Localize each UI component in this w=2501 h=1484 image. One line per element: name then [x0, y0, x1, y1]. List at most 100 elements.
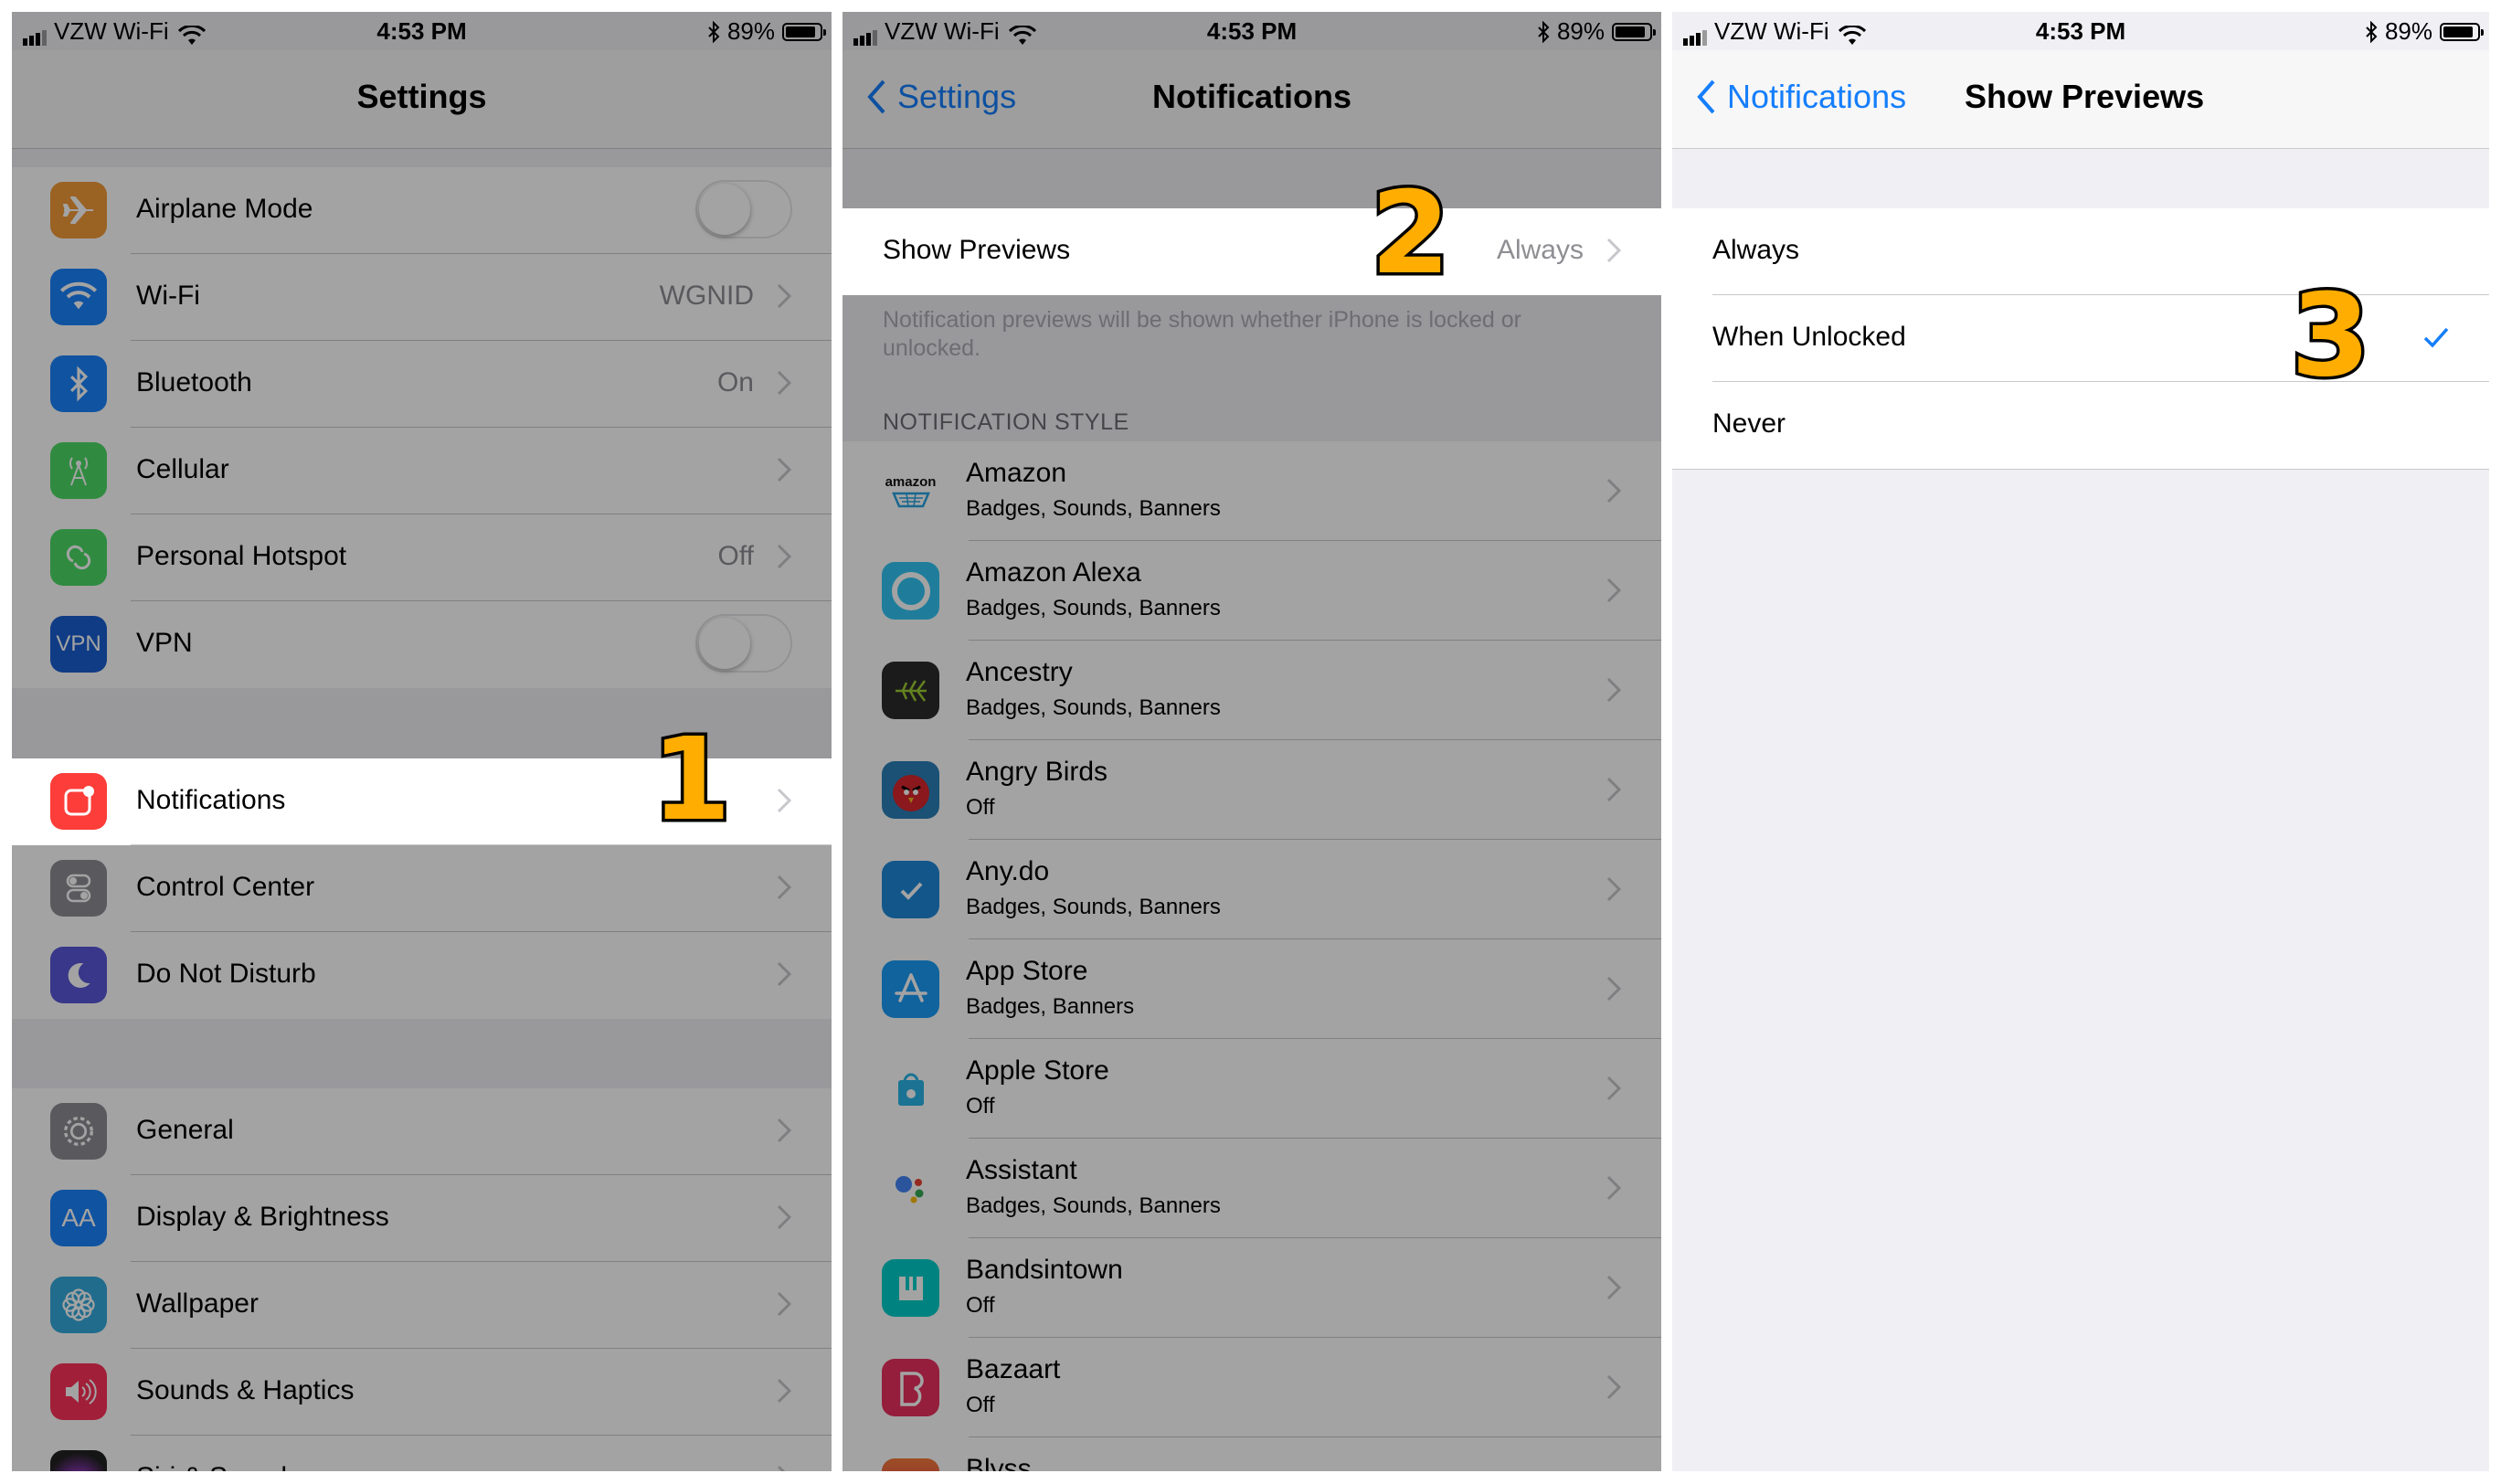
back-label: Notifications [1727, 78, 1907, 115]
app-row-bandsintown[interactable]: Bandsintown Off [842, 1238, 1661, 1338]
settings-row-bluetooth[interactable]: Bluetooth On [12, 341, 832, 428]
row-label: Notifications [136, 785, 286, 815]
settings-row-display-brightness[interactable]: AA Display & Brightness [12, 1175, 832, 1262]
app-row-apple-store[interactable]: Apple Store Off [842, 1039, 1661, 1139]
app-notification-style: Badges, Sounds, Banners [966, 496, 1221, 521]
row-label: Cellular [136, 454, 229, 484]
settings-row-cellular[interactable]: Cellular [12, 428, 832, 514]
app-notification-style: Off [966, 1393, 995, 1417]
step-number-1: 1 [649, 714, 735, 846]
app-row-amazon[interactable]: amazon Amazon Badges, Sounds, Banners [842, 441, 1661, 541]
ancestry-icon [882, 662, 939, 719]
wifi-icon [50, 269, 107, 325]
notifications-screen: VZW Wi-Fi 4:53 PM 89% Settings Notificat… [842, 12, 1661, 1471]
row-label: Do Not Disturb [136, 959, 316, 989]
show-previews-row[interactable]: Show Previews Always [842, 208, 1661, 295]
app-name: Amazon Alexa [966, 557, 1141, 588]
siri-icon [50, 1450, 107, 1471]
bandsintown-icon [882, 1259, 939, 1317]
status-bar: VZW Wi-Fi 4:53 PM 89% [842, 12, 1661, 50]
chevron-right-icon [1606, 1076, 1621, 1101]
step-number-2: 2 [1368, 167, 1454, 300]
row-label: VPN [136, 628, 193, 658]
back-button[interactable]: Notifications [1696, 78, 1906, 116]
settings-row-vpn[interactable]: VPN VPN [12, 601, 832, 688]
app-row-assistant[interactable]: Assistant Badges, Sounds, Banners [842, 1139, 1661, 1238]
app-name: Bandsintown [966, 1255, 1123, 1285]
row-label: Wallpaper [136, 1288, 259, 1319]
settings-row-do-not-disturb[interactable]: Do Not Disturb [12, 932, 832, 1019]
battery-icon [782, 22, 826, 41]
vpn-toggle[interactable] [695, 614, 792, 673]
battery-icon [2440, 22, 2484, 41]
app-name: Assistant [966, 1155, 1077, 1185]
bluetooth-status-icon [1538, 20, 1550, 43]
show-previews-screen: VZW Wi-Fi 4:53 PM 89% Notifications Show… [1672, 12, 2489, 1471]
chevron-left-icon [1697, 80, 1715, 114]
bluetooth-status-icon [2366, 20, 2378, 43]
nav-bar: Notifications Show Previews [1672, 50, 2489, 149]
settings-row-control-center[interactable]: Control Center [12, 845, 832, 932]
bazaart-icon [882, 1359, 939, 1416]
bluetooth-status-icon [708, 20, 720, 43]
bluetooth-icon [50, 355, 107, 412]
settings-row-wallpaper[interactable]: Wallpaper [12, 1262, 832, 1349]
battery-percent: 89% [2384, 17, 2432, 45]
row-label: Wi-Fi [136, 281, 200, 311]
option-label: When Unlocked [1712, 322, 1906, 352]
chevron-right-icon [777, 1378, 791, 1404]
app-notification-style: Off [966, 795, 995, 820]
app-row-ancestry[interactable]: Ancestry Badges, Sounds, Banners [842, 641, 1661, 740]
app-name: Apple Store [966, 1055, 1109, 1086]
chevron-right-icon [1606, 976, 1621, 1002]
wallpaper-icon [50, 1277, 107, 1333]
angry-birds-icon [882, 761, 939, 819]
step-number-3: 3 [2288, 270, 2374, 402]
app-notification-style: Off [966, 1293, 995, 1318]
settings-row-airplane-mode[interactable]: Airplane Mode [12, 167, 832, 254]
page-title: Show Previews [1965, 78, 2205, 115]
blyss-icon [882, 1458, 939, 1471]
app-name: Angry Birds [966, 757, 1108, 787]
app-row-anydo[interactable]: Any.do Badges, Sounds, Banners [842, 840, 1661, 939]
settings-row-sounds-haptics[interactable]: Sounds & Haptics [12, 1349, 832, 1436]
airplane-icon [50, 182, 107, 238]
row-label: Display & Brightness [136, 1202, 389, 1232]
app-name: Any.do [966, 856, 1050, 886]
control-center-icon [50, 860, 107, 917]
app-row-bazaart[interactable]: Bazaart Off [842, 1338, 1661, 1437]
chevron-right-icon [777, 1204, 791, 1230]
gear-icon [50, 1103, 107, 1160]
section-header: NOTIFICATION STYLE [883, 409, 1129, 435]
chevron-right-icon [1606, 1275, 1621, 1300]
settings-row-siri-search[interactable]: Siri & Search [12, 1436, 832, 1471]
app-row-amazon-alexa[interactable]: Amazon Alexa Badges, Sounds, Banners [842, 541, 1661, 641]
settings-row-wifi[interactable]: Wi-Fi WGNID [12, 254, 832, 341]
chevron-right-icon [1606, 238, 1621, 263]
moon-icon [50, 947, 107, 1003]
row-label: Airplane Mode [136, 194, 313, 224]
vpn-icon: VPN [50, 616, 107, 673]
option-label: Always [1712, 235, 1800, 265]
app-row-app-store[interactable]: App Store Badges, Banners [842, 939, 1661, 1039]
hotspot-icon [50, 529, 107, 586]
show-previews-footer: Notification previews will be shown whet… [883, 307, 1521, 361]
display-icon: AA [50, 1190, 107, 1246]
app-row-angry-birds[interactable]: Angry Birds Off [842, 740, 1661, 840]
battery-percent: 89% [1556, 17, 1605, 45]
settings-screen: VZW Wi-Fi 4:53 PM 89% Settings Airplane … [12, 12, 832, 1471]
airplane-mode-toggle[interactable] [695, 180, 792, 238]
chevron-right-icon [777, 457, 791, 482]
battery-percent: 89% [726, 17, 775, 45]
chevron-right-icon [777, 1291, 791, 1317]
settings-row-general[interactable]: General [12, 1088, 832, 1175]
anydo-icon [882, 861, 939, 918]
row-label: Control Center [136, 872, 315, 902]
settings-row-personal-hotspot[interactable]: Personal Hotspot Off [12, 514, 832, 601]
page-title: Notifications [1151, 78, 1351, 115]
row-label: Siri & Search [136, 1462, 296, 1471]
app-notification-style: Badges, Sounds, Banners [966, 695, 1221, 720]
checkmark-icon [2423, 327, 2449, 348]
amazon-icon: amazon [882, 462, 939, 520]
app-row-blyss[interactable]: Blyss [842, 1437, 1661, 1471]
